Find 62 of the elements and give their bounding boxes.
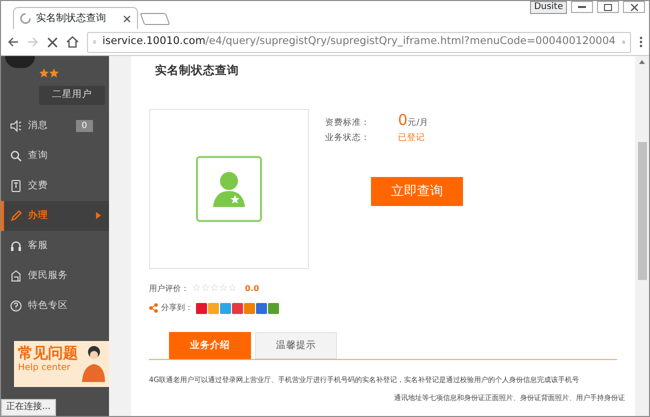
sidebar-item[interactable]: 客服 <box>1 231 109 261</box>
share-site-icon[interactable] <box>220 302 231 314</box>
fee-label: 资费标准： <box>325 117 370 130</box>
banner-title: 常见问题 <box>18 344 78 362</box>
cartoon-figure-drawing <box>79 344 105 384</box>
scroll-up-arrow-icon[interactable] <box>639 60 645 64</box>
browser-tab[interactable]: 实名制状态查询 <box>13 7 138 29</box>
menu-icon[interactable] <box>639 36 643 48</box>
nav-icon <box>10 210 22 222</box>
stars-icon <box>39 68 59 78</box>
star-icon: ☆ <box>228 281 237 296</box>
message-count-badge: 0 <box>76 120 93 132</box>
maximize-icon <box>604 4 612 10</box>
sidebar-item[interactable]: 特色专区 <box>1 291 109 321</box>
address-bar[interactable]: iservice.10010.com/e4/query/supregistQry/supregistQry_iframe.html?menuCode=000400120004 <box>87 32 631 52</box>
sidebar-item[interactable]: 办理 <box>1 201 109 231</box>
sidebar-item[interactable]: 查询 <box>1 141 109 171</box>
nav-icon <box>10 120 22 132</box>
stop-icon[interactable] <box>47 36 58 48</box>
home-icon[interactable] <box>66 36 79 48</box>
share-site-icon[interactable] <box>256 302 267 314</box>
share-label: 分享到： <box>161 302 193 314</box>
status-value: 已登记 <box>398 132 425 145</box>
new-tab-button[interactable] <box>140 13 170 25</box>
share-site-icon[interactable] <box>268 302 279 314</box>
nav-icon <box>10 240 22 252</box>
content-tab[interactable]: 温馨提示 <box>255 332 337 360</box>
page-title: 实名制状态查询 <box>155 62 240 79</box>
status-label: 业务状态： <box>325 132 370 145</box>
close-icon <box>630 4 638 10</box>
close-window-button[interactable] <box>623 1 645 13</box>
share-site-icon[interactable] <box>232 302 243 314</box>
minimize-button[interactable] <box>571 1 593 13</box>
banner-subtitle: Help center <box>18 362 72 375</box>
extension-label[interactable]: Dusite <box>530 1 567 14</box>
star-icon: ☆ <box>210 281 219 296</box>
rating-label: 用户评价： <box>149 282 189 295</box>
minimize-icon <box>578 6 586 8</box>
rating-value: 0.0 <box>244 282 260 295</box>
nav-icon <box>10 150 22 162</box>
share-site-icon[interactable] <box>244 302 255 314</box>
nav-icon <box>10 180 22 192</box>
scrollbar[interactable] <box>635 56 649 416</box>
tab-title: 实名制状态查询 <box>36 12 107 26</box>
maximize-button[interactable] <box>597 1 619 13</box>
share-icon <box>149 303 158 314</box>
chevron-right-icon <box>96 212 101 219</box>
star-icon: ☆ <box>192 281 201 296</box>
back-icon[interactable] <box>7 36 19 48</box>
close-icon[interactable] <box>123 14 131 22</box>
user-level-button[interactable]: 二星用户 <box>39 86 105 105</box>
star-icon: ☆ <box>218 281 228 296</box>
sidebar-item[interactable]: 便民服务 <box>1 261 109 291</box>
share-site-icon[interactable] <box>196 302 207 314</box>
status-bar: 正在连接... <box>1 398 56 416</box>
scrollbar-thumb[interactable] <box>638 142 646 280</box>
sidebar-item[interactable]: 消息 0 <box>1 111 109 141</box>
nav-icon <box>10 300 22 312</box>
nav-icon <box>10 270 22 282</box>
sidebar-item[interactable]: 交费 <box>1 171 109 201</box>
star-icon: ☆ <box>200 281 210 296</box>
fee-value: 0元/月 <box>398 110 428 132</box>
